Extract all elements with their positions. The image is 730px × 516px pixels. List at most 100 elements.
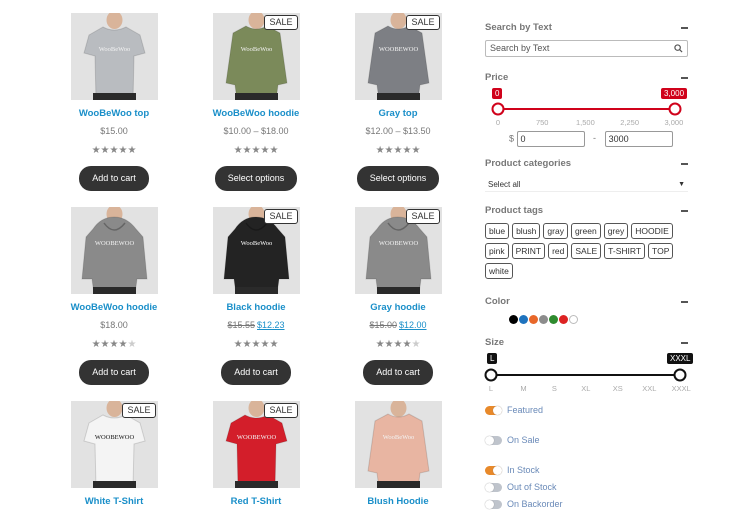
- sale-price: $12.00: [399, 320, 427, 330]
- product-image[interactable]: WooBeWoo SALE: [212, 13, 300, 100]
- collapse-icon[interactable]: [681, 210, 688, 212]
- product-image[interactable]: WOOBEWOO SALE: [212, 401, 300, 488]
- tag-red[interactable]: red: [548, 243, 569, 259]
- product-image[interactable]: WooBeWoo: [354, 401, 442, 488]
- collapse-icon[interactable]: [681, 77, 688, 79]
- product-name[interactable]: Gray hoodie: [343, 302, 453, 314]
- toggle-switch[interactable]: [485, 483, 502, 493]
- toggle-switch[interactable]: [485, 436, 502, 446]
- tag-hoodie[interactable]: HOODIE: [631, 223, 673, 239]
- tag-sale[interactable]: SALE: [571, 243, 602, 259]
- tag-gray[interactable]: gray: [543, 223, 568, 239]
- product-name[interactable]: WooBeWoo hoodie: [201, 108, 311, 120]
- price-max-handle[interactable]: [668, 102, 682, 116]
- tag-white[interactable]: white: [485, 263, 513, 279]
- tick-label: XXL: [642, 384, 657, 393]
- star-icon: ★: [384, 339, 394, 350]
- categories-select[interactable]: Select all ▼: [485, 177, 688, 192]
- color-swatch[interactable]: [549, 315, 558, 324]
- collapse-icon[interactable]: [681, 301, 688, 303]
- color-swatch[interactable]: [509, 315, 518, 324]
- size-max-handle[interactable]: [673, 368, 687, 382]
- star-icon: ★: [127, 339, 137, 350]
- product-name[interactable]: Gray top: [343, 108, 453, 120]
- color-swatch[interactable]: [519, 315, 528, 324]
- color-swatch[interactable]: [559, 315, 568, 324]
- star-icon: ★: [242, 339, 252, 350]
- star-icon: ★: [411, 339, 421, 350]
- tag-print[interactable]: PRINT: [511, 243, 546, 259]
- sale-badge: SALE: [122, 403, 156, 418]
- svg-text:WOOBEWOO: WOOBEWOO: [378, 240, 418, 247]
- toggle-switch[interactable]: [485, 500, 502, 510]
- toggle-on-sale[interactable]: On Sale: [485, 434, 540, 446]
- product-name[interactable]: White T-Shirt: [59, 496, 169, 508]
- price-inputs: $ 0 - 3000: [509, 131, 673, 147]
- color-swatch[interactable]: [529, 315, 538, 324]
- tag-green[interactable]: green: [570, 223, 601, 239]
- color-swatch[interactable]: [539, 315, 548, 324]
- search-icon[interactable]: [674, 44, 683, 53]
- tag-grey[interactable]: grey: [603, 223, 629, 239]
- search-input[interactable]: Search by Text: [485, 40, 688, 57]
- tag-top[interactable]: TOP: [648, 243, 674, 259]
- product-image[interactable]: WOOBEWOO SALE: [354, 13, 442, 100]
- price-range-slider[interactable]: [489, 100, 687, 118]
- add-to-cart-button[interactable]: Add to cart: [363, 360, 433, 385]
- collapse-icon[interactable]: [681, 342, 688, 344]
- product-card: WOOBEWOO SALE Gray top $12.00 – $13.50 ★★★★…: [343, 13, 453, 191]
- toggle-in-stock[interactable]: In Stock: [485, 464, 540, 476]
- product-image[interactable]: WOOBEWOO SALE: [354, 207, 442, 294]
- toggle-switch[interactable]: [485, 466, 502, 476]
- sale-price: $12.23: [257, 320, 285, 330]
- tag-pink[interactable]: pink: [485, 243, 509, 259]
- tag-t-shirt[interactable]: T-SHIRT: [604, 243, 646, 259]
- star-icon: ★: [100, 145, 110, 156]
- product-name[interactable]: Black hoodie: [201, 302, 311, 314]
- tick-label: S: [551, 384, 557, 393]
- size-range-slider[interactable]: [482, 366, 688, 384]
- color-swatch[interactable]: [569, 315, 578, 324]
- tick-label: 0: [495, 118, 501, 127]
- add-to-cart-button[interactable]: Add to cart: [79, 360, 149, 385]
- sale-badge: SALE: [406, 15, 440, 30]
- product-name[interactable]: Blush Hoodie: [343, 496, 453, 508]
- product-name[interactable]: WooBeWoo top: [59, 108, 169, 120]
- product-price: $15.00 $12.00: [343, 320, 453, 332]
- toggle-knob: [493, 406, 502, 416]
- search-input-placeholder: Search by Text: [490, 43, 550, 53]
- toggle-switch[interactable]: [485, 406, 502, 416]
- size-min-badge: L: [487, 353, 498, 364]
- price-max-badge: 3,000: [661, 88, 688, 99]
- product-image[interactable]: WooBeWoo: [70, 13, 158, 100]
- product-image[interactable]: WOOBEWOO SALE: [70, 401, 158, 488]
- toggle-out-of-stock[interactable]: Out of Stock: [485, 481, 557, 493]
- collapse-icon[interactable]: [681, 163, 688, 165]
- price-min-badge: 0: [492, 88, 503, 99]
- star-icon: ★: [375, 339, 385, 350]
- tags-widget: Product tags blue blush gray green grey HOODI…: [485, 205, 688, 279]
- select-options-button[interactable]: Select options: [356, 166, 440, 191]
- add-to-cart-button[interactable]: Add to cart: [79, 166, 149, 191]
- price-max-input[interactable]: 3000: [604, 131, 673, 147]
- product-name[interactable]: Red T-Shirt: [201, 496, 311, 508]
- svg-text:WOOBEWOO: WOOBEWOO: [378, 46, 418, 53]
- product-card: WOOBEWOO SALE Red T-Shirt: [201, 401, 311, 508]
- product-image[interactable]: WOOBEWOO: [70, 207, 158, 294]
- select-options-button[interactable]: Select options: [214, 166, 298, 191]
- price-min-input[interactable]: 0: [516, 131, 585, 147]
- tag-blue[interactable]: blue: [485, 223, 510, 239]
- size-max-badge: XXXL: [667, 353, 694, 364]
- tag-blush[interactable]: blush: [512, 223, 541, 239]
- toggle-on-backorder[interactable]: On Backorder: [485, 498, 563, 510]
- product-card: WooBeWoo SALE Black hoodie $15.55 $12.23 ★★★…: [201, 207, 311, 385]
- price-min-handle[interactable]: [491, 102, 505, 116]
- product-name[interactable]: WooBeWoo hoodie: [59, 302, 169, 314]
- toggle-featured[interactable]: Featured: [485, 404, 543, 416]
- product-price: $15.55 $12.23: [201, 320, 311, 332]
- size-min-handle[interactable]: [484, 368, 498, 382]
- svg-text:WooBeWoo: WooBeWoo: [240, 46, 271, 53]
- collapse-icon[interactable]: [681, 27, 688, 29]
- product-image[interactable]: WooBeWoo SALE: [212, 207, 300, 294]
- add-to-cart-button[interactable]: Add to cart: [221, 360, 291, 385]
